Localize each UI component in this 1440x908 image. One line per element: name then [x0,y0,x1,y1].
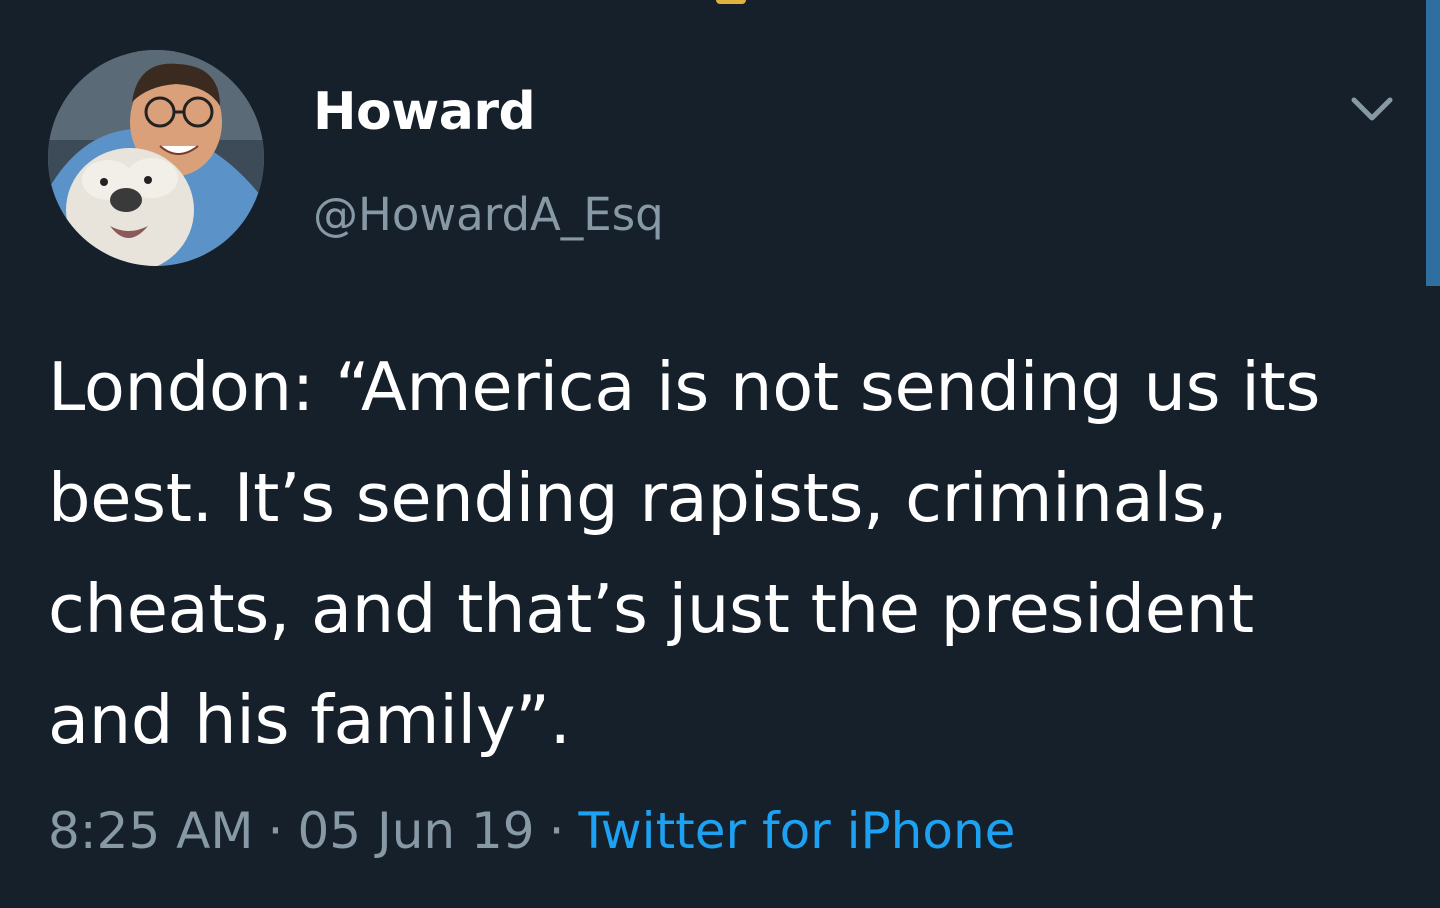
status-indicator [716,0,746,4]
scrollbar[interactable] [1426,0,1440,286]
chevron-down-icon[interactable] [1348,90,1396,130]
tweet-date[interactable]: 05 Jun 19 [297,802,534,860]
tweet-detail: Howard @HowardA_Esq London: “America is … [0,0,1440,908]
separator-dot: · [267,802,284,860]
tweet-text: London: “America is not sending us its b… [48,348,1321,759]
tweet-source-link[interactable]: Twitter for iPhone [579,802,1016,860]
display-name[interactable]: Howard [313,82,536,142]
separator-dot: · [548,802,565,860]
user-handle[interactable]: @HowardA_Esq [313,188,664,241]
tweet-time[interactable]: 8:25 AM [48,802,254,860]
tweet-metadata: 8:25 AM · 05 Jun 19 · Twitter for iPhone [48,802,1015,860]
avatar[interactable] [48,50,264,266]
avatar-photo [48,50,264,266]
